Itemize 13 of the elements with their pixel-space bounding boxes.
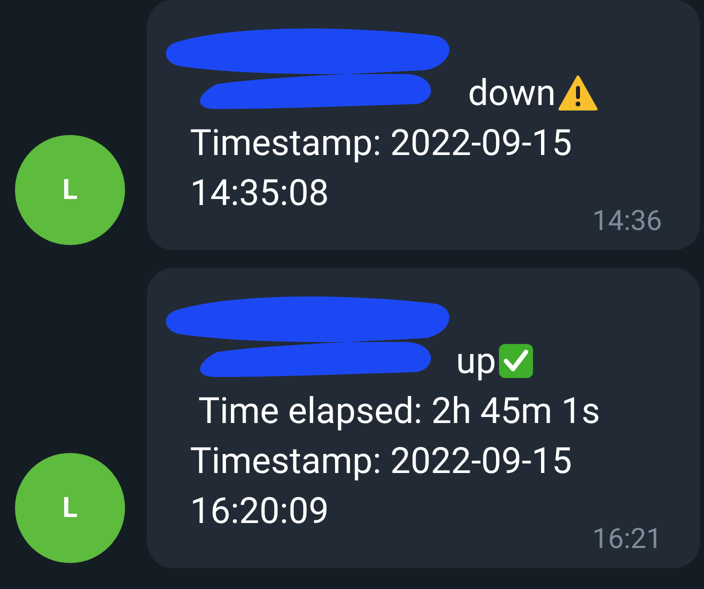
message-time: 16:21 <box>592 522 662 556</box>
message-text: 14:35:08 <box>190 171 329 216</box>
status-text: up <box>456 339 496 384</box>
avatar[interactable]: L <box>15 135 125 245</box>
avatar[interactable]: L <box>15 453 125 563</box>
message-text: 16:20:09 <box>190 489 329 534</box>
status-text: down <box>468 71 556 116</box>
message-time: 14:36 <box>592 204 662 238</box>
message-text: Timestamp: 2022-09-15 <box>190 439 572 484</box>
message-text: Timestamp: 2022-09-15 <box>190 121 572 166</box>
warning-icon <box>558 75 598 111</box>
message-text: Time elapsed: 2h 45m 1s <box>197 389 600 434</box>
check-icon <box>498 343 534 379</box>
